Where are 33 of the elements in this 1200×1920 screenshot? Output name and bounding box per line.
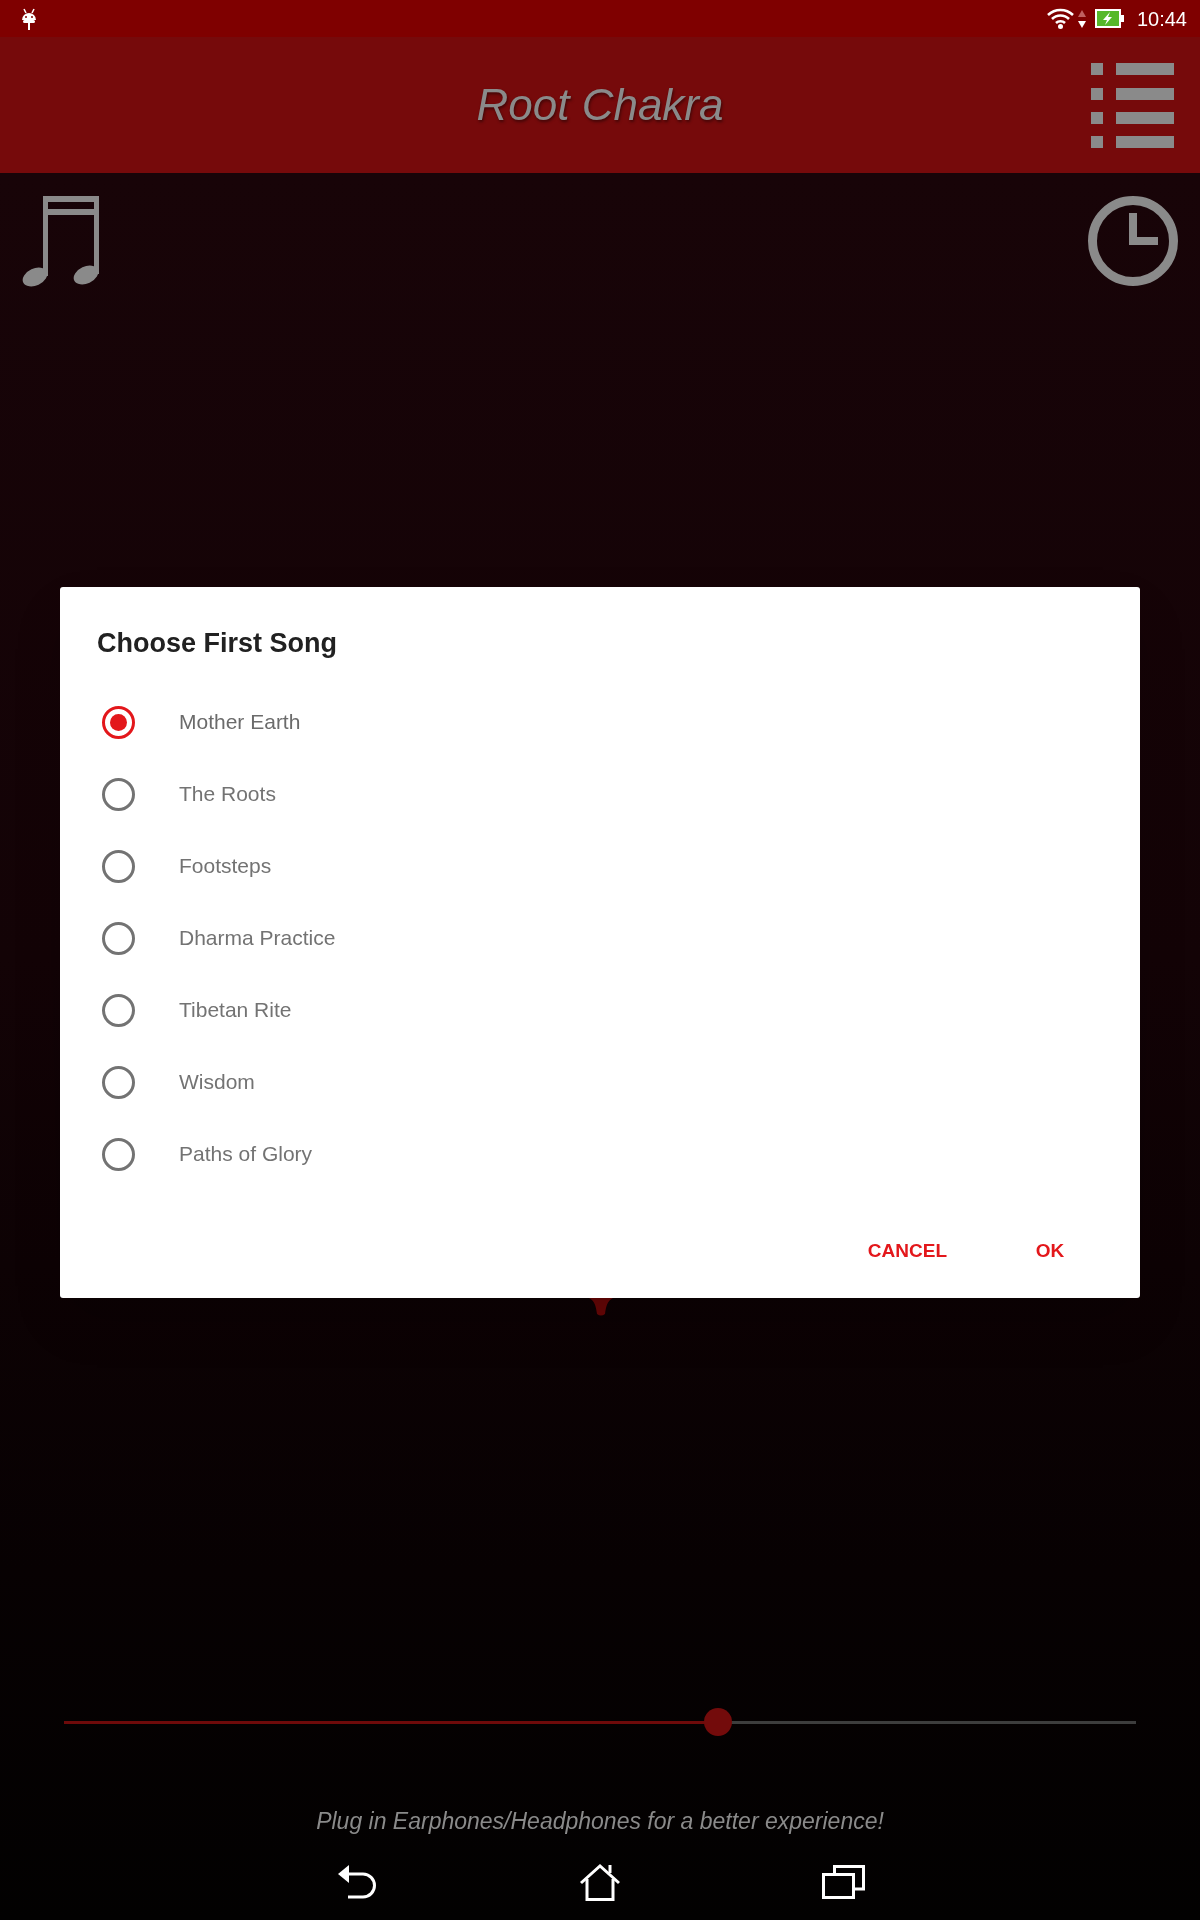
radio-button[interactable] (102, 1137, 135, 1171)
dialog-button[interactable]: CANCEL (851, 1227, 963, 1275)
slider-thumb[interactable] (703, 1708, 732, 1736)
music-notes-icon[interactable] (22, 196, 100, 287)
radio-button[interactable] (102, 777, 135, 811)
song-title: Dharma Practice (179, 925, 336, 952)
song-title: Mother Earth (179, 709, 301, 736)
home-icon[interactable] (579, 1863, 621, 1901)
status-time: 10:44 (1136, 8, 1187, 29)
android-icon (21, 7, 37, 30)
song-title: Paths of Glory (179, 1141, 313, 1168)
data-arrows-icon (1076, 8, 1087, 29)
song-title: Footsteps (179, 853, 272, 880)
song-title: The Roots (179, 781, 276, 808)
wifi-icon (1046, 8, 1074, 29)
drip-drawing (589, 1298, 613, 1317)
back-icon[interactable] (338, 1864, 376, 1900)
slider-track[interactable] (64, 1708, 1136, 1736)
dialog-title: Choose First Song (97, 627, 337, 659)
battery-charging-icon (1094, 9, 1124, 28)
song-title: Tibetan Rite (179, 997, 292, 1024)
radio-button[interactable] (102, 993, 135, 1027)
clock-icon[interactable] (1088, 196, 1178, 286)
earphones-hint: Plug in Earphones/Headphones for a better experience! (316, 1807, 884, 1835)
screen-title: Root Chakra (476, 79, 724, 131)
radio-button[interactable] (102, 849, 135, 883)
list-menu-icon[interactable] (1091, 63, 1174, 148)
radio-button[interactable] (102, 921, 135, 955)
recent-apps-icon[interactable] (821, 1865, 865, 1899)
radio-button[interactable] (102, 1065, 135, 1099)
dialog-button[interactable]: OK (1006, 1227, 1094, 1275)
radio-button[interactable] (102, 705, 135, 739)
song-title: Wisdom (179, 1069, 255, 1096)
